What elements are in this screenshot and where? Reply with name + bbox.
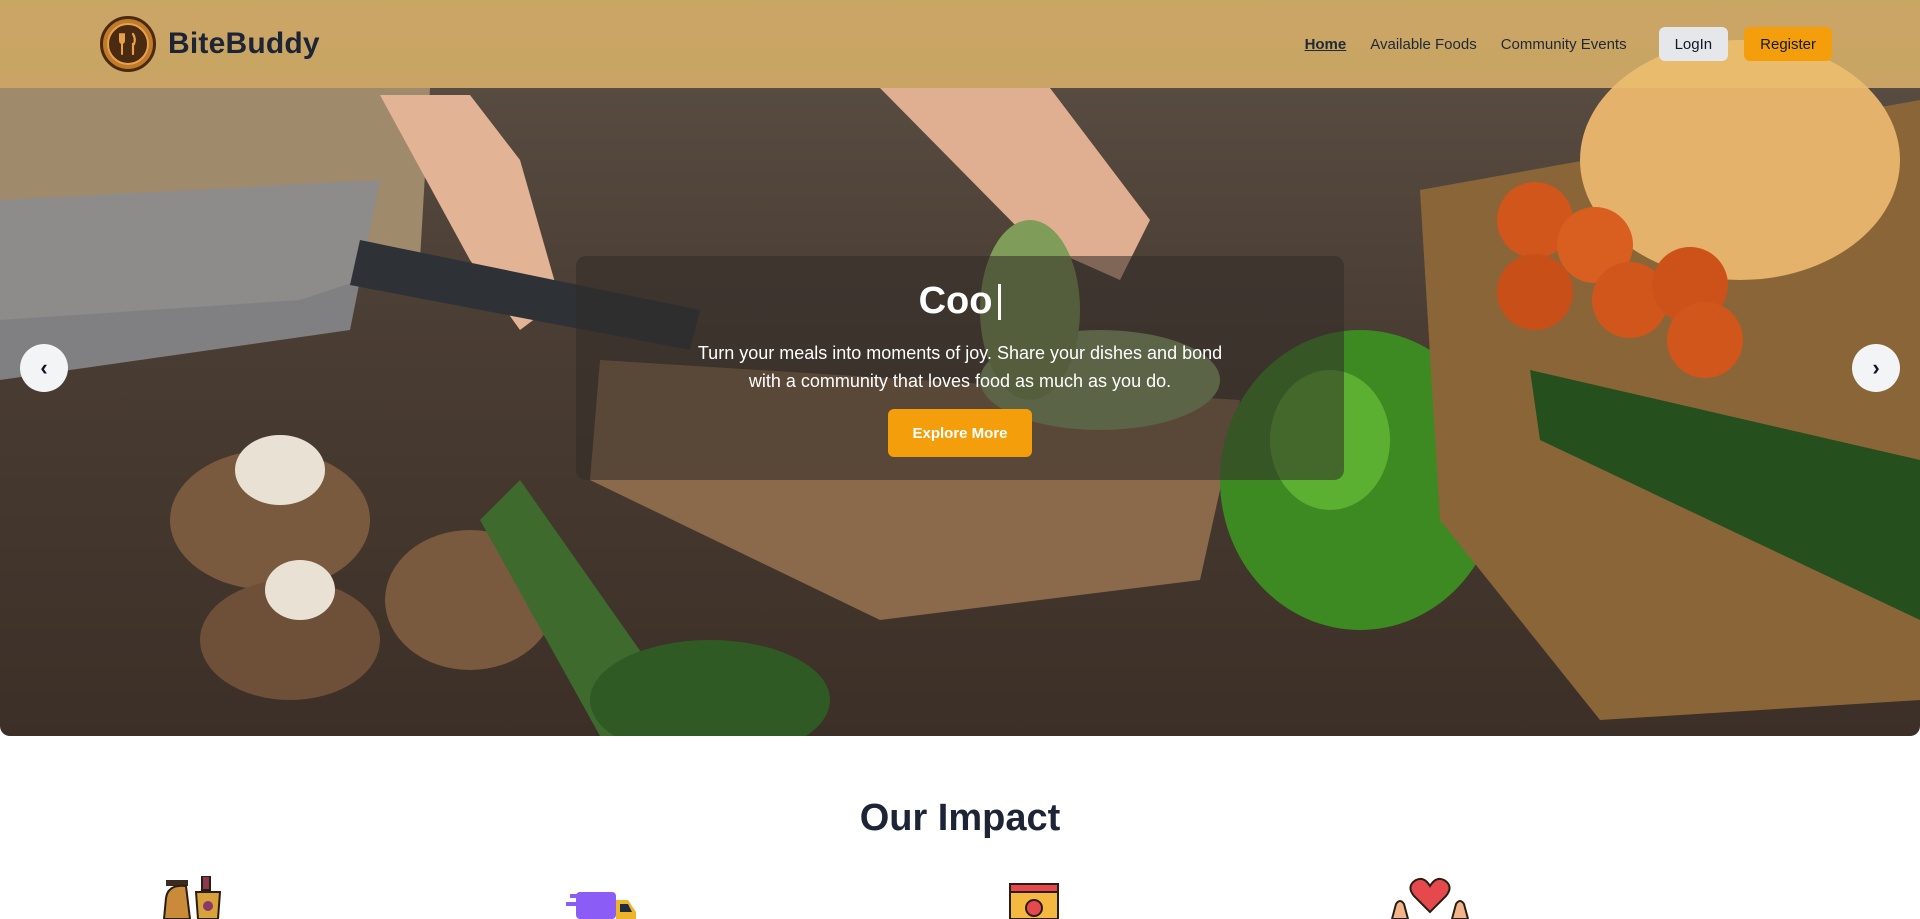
register-button[interactable]: Register [1744, 27, 1832, 61]
hero-title-text: Coo [918, 280, 993, 322]
nav-links: Home Available Foods Community Events [1281, 36, 1627, 53]
nav-link-available-foods[interactable]: Available Foods [1370, 36, 1476, 53]
chevron-left-icon: ‹ [40, 355, 48, 380]
login-button[interactable]: LogIn [1658, 27, 1729, 61]
carousel-prev-button[interactable]: ‹ [20, 344, 68, 392]
hero-title: Coo [919, 280, 1002, 323]
explore-more-button[interactable]: Explore More [888, 409, 1032, 457]
navbar: BiteBuddy Home Available Foods Community… [0, 0, 1920, 88]
brand-name: BiteBuddy [168, 27, 320, 60]
nav-right: Home Available Foods Community Events Lo… [1281, 27, 1832, 61]
fork-knife-logo-icon [100, 16, 156, 72]
heart-hands-icon [1390, 876, 1470, 919]
food-jar-icon [1000, 876, 1080, 919]
hero-carousel: Coo Turn your meals into moments of joy.… [0, 0, 1920, 736]
chevron-right-icon: › [1872, 355, 1880, 380]
carousel-next-button[interactable]: › [1852, 344, 1900, 392]
delivery-truck-icon [566, 876, 646, 919]
nav-link-home[interactable]: Home [1305, 36, 1347, 53]
typing-cursor [998, 283, 1002, 320]
food-basket-icon [160, 876, 240, 919]
hero-caption-card: Coo Turn your meals into moments of joy.… [576, 256, 1344, 480]
impact-section-title: Our Impact [859, 797, 1061, 839]
hero-subtitle: Turn your meals into moments of joy. Sha… [697, 343, 1223, 391]
nav-link-community-events[interactable]: Community Events [1501, 36, 1627, 53]
brand[interactable]: BiteBuddy [100, 16, 320, 72]
